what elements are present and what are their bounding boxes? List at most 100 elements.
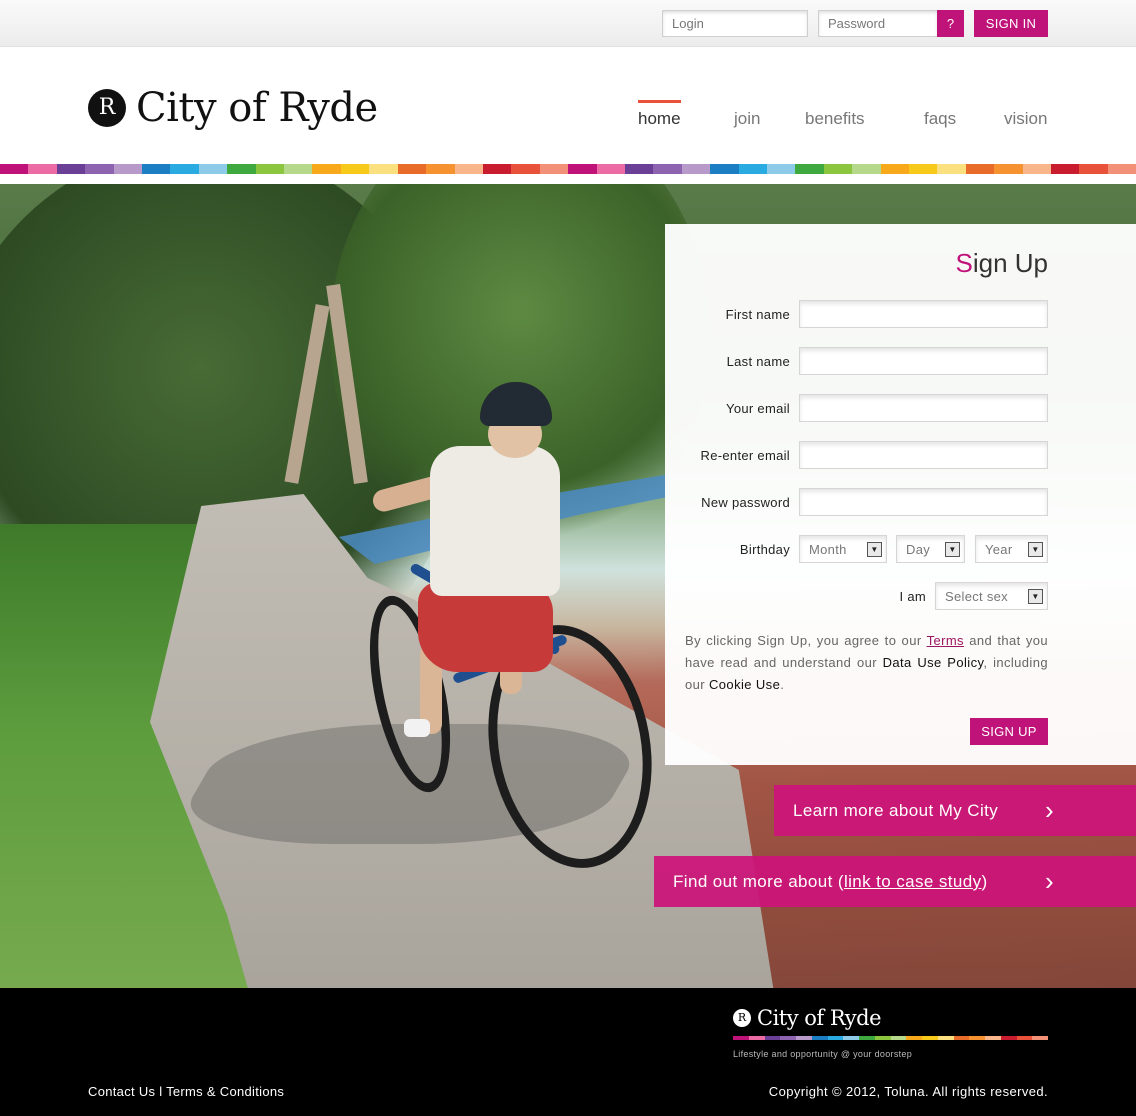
cookie-use-link[interactable]: Cookie Use <box>709 677 780 692</box>
sex-select[interactable]: Select sex ▼ <box>935 582 1048 610</box>
nav-join[interactable]: join <box>734 109 760 129</box>
terms-conditions-link[interactable]: Terms & Conditions <box>166 1084 284 1099</box>
learn-more-banner[interactable]: Learn more about My City › <box>774 785 1136 836</box>
site-logo[interactable]: R City of Ryde <box>88 85 378 131</box>
signup-title: Sign Up <box>955 248 1049 278</box>
sign-in-button[interactable]: SIGN IN <box>974 10 1048 37</box>
birthday-row: Birthday Month ▼ Day ▼ Year ▼ <box>665 535 1136 563</box>
stripe-segment <box>965 164 995 174</box>
stripe-segment <box>827 1036 844 1040</box>
stripe-segment <box>397 164 427 174</box>
stripe-segment <box>823 164 853 174</box>
logo-mark-icon: R <box>88 89 126 127</box>
stripe-segment <box>568 164 597 174</box>
data-use-policy-link[interactable]: Data Use Policy <box>883 655 984 670</box>
stripe-segment <box>255 164 285 174</box>
stripe-segment <box>624 164 654 174</box>
stripe-segment <box>1079 164 1108 174</box>
stripe-segment <box>227 164 256 174</box>
chevron-down-icon: ▼ <box>1028 542 1043 557</box>
site-footer: R City of Ryde Lifestyle and opportunity… <box>0 988 1136 1116</box>
stripe-segment <box>539 164 569 174</box>
logo-text: City of Ryde <box>136 85 378 131</box>
stripe-segment <box>733 1036 749 1040</box>
terms-text: By clicking Sign Up, you agree to our Te… <box>685 633 1048 692</box>
stripe-segment <box>142 164 171 174</box>
stripe-segment <box>748 1036 765 1040</box>
nav-benefits[interactable]: benefits <box>805 109 865 129</box>
nav-home[interactable]: home <box>638 100 681 129</box>
stripe-segment <box>937 1036 954 1040</box>
password-input[interactable]: Password <box>818 10 938 37</box>
footer-logo[interactable]: R City of Ryde <box>733 1006 882 1030</box>
last-name-label: Last name <box>726 354 790 369</box>
year-value: Year <box>985 542 1013 557</box>
birthday-day-select[interactable]: Day ▼ <box>896 535 965 563</box>
new-password-label: New password <box>701 495 790 510</box>
stripe-segment <box>312 164 341 174</box>
stripe-segment <box>796 1036 812 1040</box>
find-out-more-banner[interactable]: Find out more about (link to case study)… <box>654 856 1136 907</box>
stripe-segment <box>426 164 455 174</box>
case-study-link[interactable]: link to case study <box>844 872 982 891</box>
chevron-right-icon: › <box>1044 866 1054 896</box>
stripe-segment <box>1016 1036 1033 1040</box>
stripe-segment <box>710 164 739 174</box>
sign-up-button[interactable]: SIGN UP <box>970 718 1048 745</box>
nav-vision[interactable]: vision <box>1004 109 1047 129</box>
learn-more-label: Learn more about My City <box>793 801 999 820</box>
email-input[interactable] <box>799 394 1048 422</box>
footer-links: Contact Us l Terms & Conditions <box>88 1084 284 1099</box>
stripe-segment <box>482 164 512 174</box>
logo-mark-icon: R <box>733 1009 751 1027</box>
birthday-label: Birthday <box>739 542 790 557</box>
stripe-segment <box>764 1036 781 1040</box>
first-name-input[interactable] <box>799 300 1048 328</box>
sex-value: Select sex <box>945 589 1008 604</box>
chevron-right-icon: › <box>1044 795 1054 825</box>
stripe-segment <box>340 164 370 174</box>
stripe-segment <box>56 164 86 174</box>
stripe-segment <box>1051 164 1080 174</box>
contact-us-link[interactable]: Contact Us <box>88 1084 155 1099</box>
stripe-segment <box>985 1036 1001 1040</box>
stripe-segment <box>922 1036 938 1040</box>
stripe-segment <box>198 164 228 174</box>
rider-shoe <box>404 719 430 737</box>
stripe-segment <box>811 1036 828 1040</box>
password-help-button[interactable]: ? <box>937 10 964 37</box>
stripe-segment <box>511 164 540 174</box>
stripe-segment <box>953 1036 970 1040</box>
birthday-year-select[interactable]: Year ▼ <box>975 535 1048 563</box>
reenter-email-input[interactable] <box>799 441 1048 469</box>
stripe-segment <box>596 164 625 174</box>
terms-link[interactable]: Terms <box>927 633 964 648</box>
nav-faqs[interactable]: faqs <box>924 109 956 129</box>
stripe-segment <box>994 164 1023 174</box>
stripe-segment <box>880 164 909 174</box>
email-row: Your email <box>665 394 1136 422</box>
iam-label: I am <box>899 589 926 604</box>
signup-form: Sign Up First name Last name Your email … <box>665 224 1136 765</box>
stripe-segment <box>1107 164 1136 174</box>
stripe-segment <box>780 1036 796 1040</box>
rider-shirt <box>430 446 560 596</box>
reenter-email-row: Re-enter email <box>665 441 1136 469</box>
login-input[interactable]: Login <box>662 10 808 37</box>
stripe-segment <box>170 164 199 174</box>
last-name-input[interactable] <box>799 347 1048 375</box>
stripe-segment <box>738 164 767 174</box>
stripe-segment <box>890 1036 907 1040</box>
stripe-segment <box>454 164 483 174</box>
find-out-prefix: Find out more about ( <box>673 872 844 891</box>
stripe-segment <box>1032 1036 1048 1040</box>
stripe-segment <box>681 164 711 174</box>
stripe-segment <box>113 164 143 174</box>
birthday-month-select[interactable]: Month ▼ <box>799 535 887 563</box>
stripe-segment <box>653 164 682 174</box>
new-password-input[interactable] <box>799 488 1048 516</box>
stripe-segment <box>795 164 824 174</box>
color-stripe <box>0 164 1136 174</box>
stripe-segment <box>937 164 966 174</box>
stripe-segment <box>28 164 57 174</box>
